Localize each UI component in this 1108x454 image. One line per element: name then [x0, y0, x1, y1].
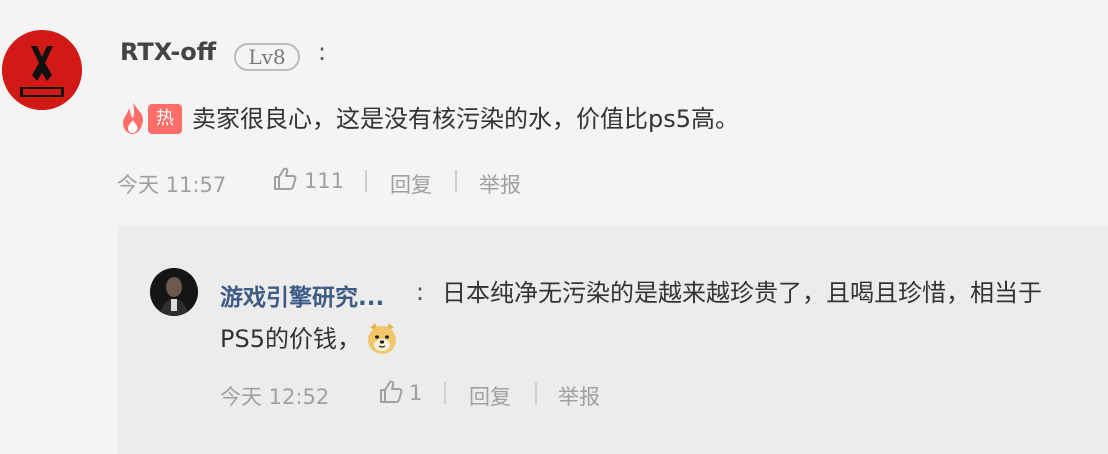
hot-badge: 热 — [118, 100, 184, 136]
flame-icon — [123, 102, 143, 134]
comment-text: 卖家很良心，这是没有核污染的水，价值比ps5高。 — [192, 105, 740, 133]
reply-avatar[interactable] — [150, 268, 198, 316]
reply-button[interactable]: 回复 — [390, 169, 432, 199]
thumbs-up-icon — [274, 167, 297, 190]
divider — [455, 170, 457, 192]
reply-username[interactable]: 游戏引擎研究... — [220, 278, 384, 312]
reply-text-line2: PS5的价钱， — [220, 325, 361, 353]
divider — [444, 382, 446, 404]
divider — [535, 382, 537, 404]
reply-report-button[interactable]: 举报 — [558, 381, 600, 411]
like-button[interactable] — [272, 166, 302, 196]
hot-label: 热 — [148, 104, 182, 134]
username[interactable]: RTX-off — [120, 38, 216, 66]
reply-like-button[interactable] — [378, 379, 406, 407]
level-badge: Lv8 — [234, 43, 300, 71]
doge-emoji-icon — [364, 320, 400, 356]
reply-like-count: 1 — [409, 381, 423, 405]
reply-timestamp: 今天 12:52 — [220, 385, 330, 409]
like-count: 111 — [304, 169, 345, 193]
reply-reply-button[interactable]: 回复 — [469, 381, 511, 411]
reply-text-line1: 日本纯净无污染的是越来越珍贵了，且喝且珍惜，相当于 — [442, 279, 1042, 307]
colon: : — [318, 38, 327, 66]
divider — [365, 170, 367, 192]
timestamp: 今天 11:57 — [117, 173, 227, 197]
colon: : — [416, 278, 425, 306]
avatar[interactable] — [2, 30, 82, 110]
thumbs-up-icon — [380, 380, 403, 403]
report-button[interactable]: 举报 — [479, 169, 521, 199]
